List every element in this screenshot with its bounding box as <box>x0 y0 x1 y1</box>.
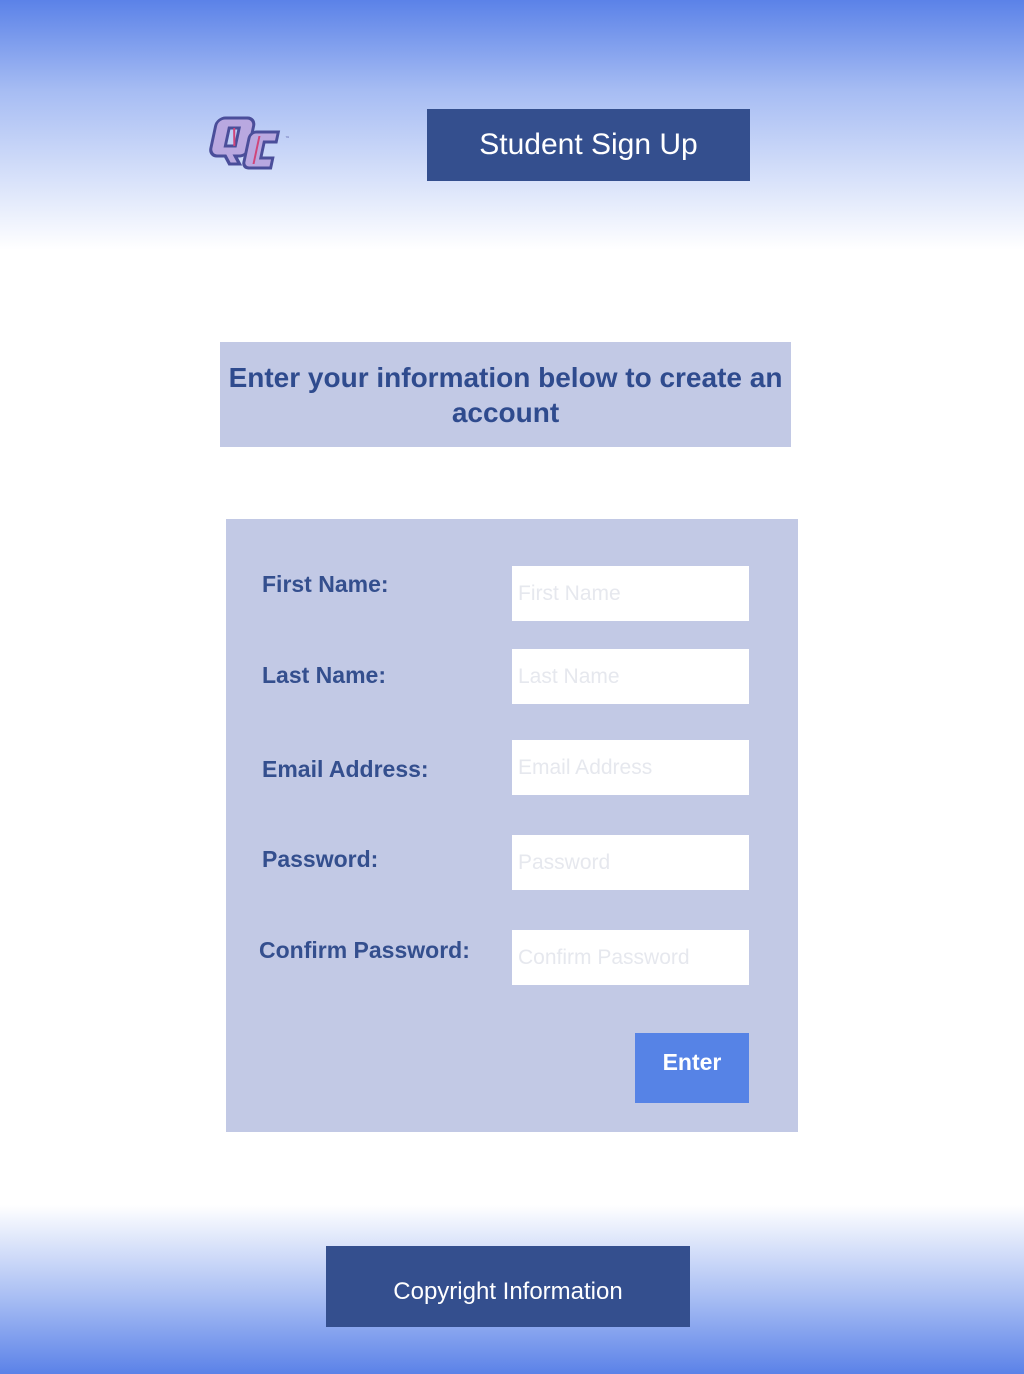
copyright-footer: Copyright Information <box>326 1246 690 1327</box>
enter-button[interactable]: Enter <box>635 1033 749 1103</box>
page-title: Student Sign Up <box>427 109 750 181</box>
password-field[interactable] <box>512 835 749 890</box>
email-address-label: Email Address: <box>262 756 429 782</box>
confirm-password-label: Confirm Password: <box>259 937 470 963</box>
svg-text:™: ™ <box>285 136 290 142</box>
last-name-field[interactable] <box>512 649 749 704</box>
qc-logo: ™ <box>205 110 295 180</box>
first-name-label: First Name: <box>262 571 389 597</box>
first-name-field[interactable] <box>512 566 749 621</box>
qc-monogram-icon: ™ <box>209 116 290 170</box>
intro-banner: Enter your information below to create a… <box>220 342 791 447</box>
email-field[interactable] <box>512 740 749 795</box>
signup-form: First Name: Last Name: Email Address: Pa… <box>226 519 798 1132</box>
password-label: Password: <box>262 846 379 872</box>
confirm-password-field[interactable] <box>512 930 749 985</box>
last-name-label: Last Name: <box>262 662 386 688</box>
